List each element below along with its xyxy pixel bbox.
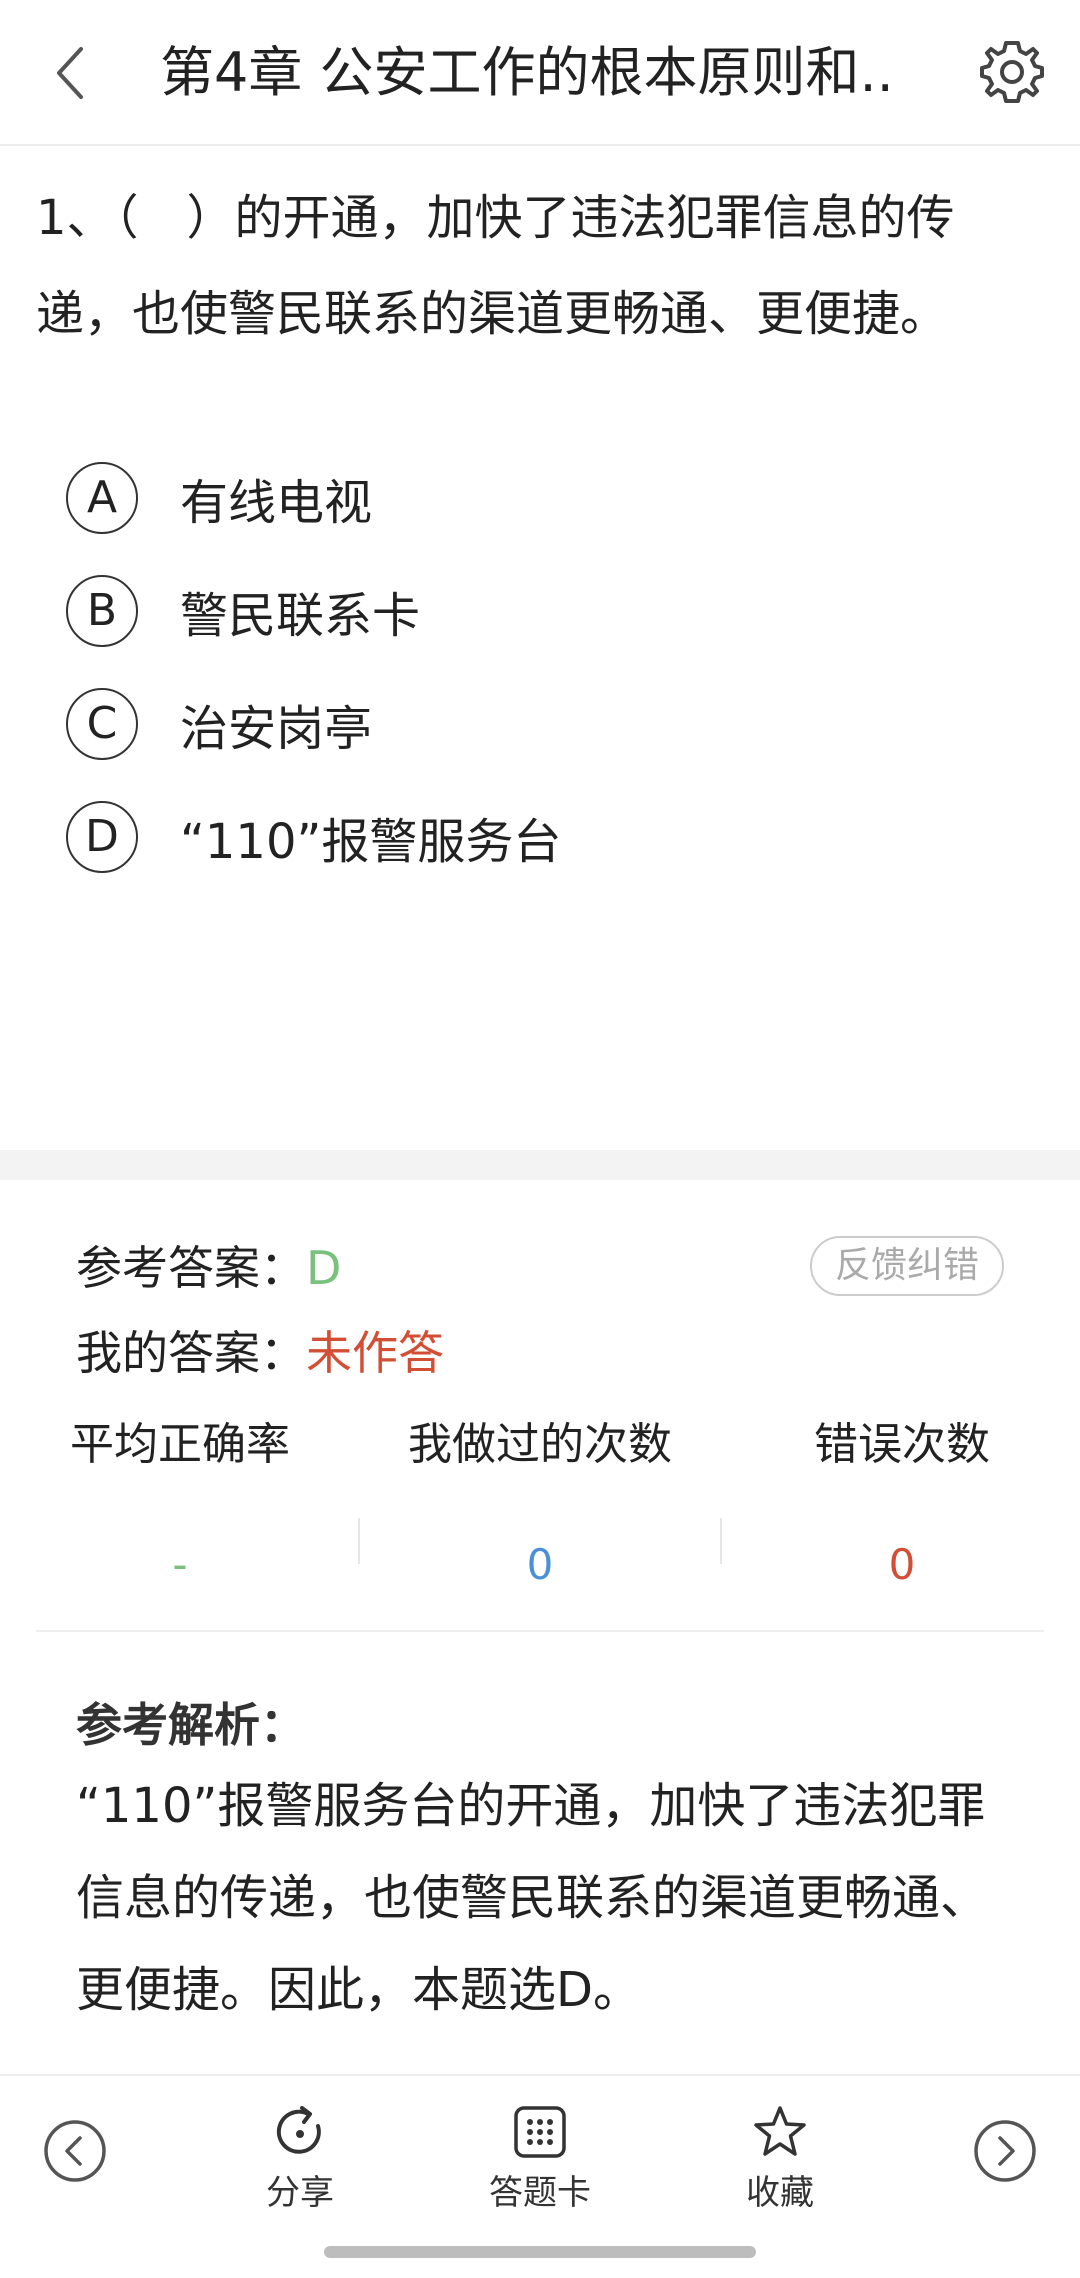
analysis-divider	[36, 1630, 1044, 1632]
my-answer-value: 未作答	[306, 1326, 444, 1380]
option-text: 警民联系卡	[180, 588, 421, 644]
favorite-label: 收藏	[746, 2173, 814, 2213]
option-letter: D	[66, 801, 138, 873]
stat-label: 错误次数	[814, 1419, 990, 1470]
option-letter: C	[66, 688, 138, 760]
stat-label: 平均正确率	[70, 1419, 290, 1470]
grid-icon	[514, 2106, 566, 2158]
option-letter: B	[66, 575, 138, 647]
favorite-button[interactable]: 收藏	[700, 2104, 860, 2224]
gear-icon	[980, 41, 1044, 103]
option-text: 治安岗亭	[180, 701, 373, 757]
stat-wrong-count: 错误次数 0	[752, 1405, 1052, 1605]
stat-value: -	[172, 1540, 188, 1589]
stat-average-accuracy: 平均正确率 -	[36, 1405, 324, 1605]
next-question-button[interactable]	[972, 2118, 1038, 2184]
section-divider	[0, 1150, 1080, 1180]
previous-question-button[interactable]	[42, 2118, 108, 2184]
chevron-right-circle-icon	[974, 2120, 1036, 2182]
answer-card-button[interactable]: 答题卡	[460, 2104, 620, 2224]
stat-times-done: 我做过的次数 0	[360, 1405, 720, 1605]
share-label: 分享	[266, 2173, 334, 2213]
option-text: “110”报警服务台	[180, 814, 562, 870]
my-answer: 我的答案：未作答	[76, 1323, 444, 1383]
my-answer-label: 我的答案：	[76, 1326, 306, 1380]
analysis-title: 参考解析：	[76, 1698, 306, 1752]
stats-panel: 平均正确率 - 我做过的次数 0 错误次数 0	[0, 1405, 1080, 1605]
analysis-text: “110”报警服务台的开通，加快了违法犯罪信息的传递，也使警民联系的渠道更畅通、…	[76, 1778, 989, 2018]
share-icon	[276, 2106, 321, 2154]
reference-answer-label: 参考答案：	[76, 1241, 306, 1295]
home-indicator[interactable]	[324, 2246, 756, 2258]
stat-value: 0	[526, 1540, 554, 1589]
option-b[interactable]: B 警民联系卡	[0, 551, 1080, 671]
reference-answer: 参考答案：D	[76, 1238, 341, 1298]
option-letter: A	[66, 462, 138, 534]
stat-separator	[720, 1518, 722, 1564]
feedback-button[interactable]: 反馈纠错	[810, 1236, 1004, 1296]
option-d[interactable]: D “110”报警服务台	[0, 777, 1080, 897]
settings-button[interactable]	[974, 34, 1050, 110]
chevron-left-circle-icon	[44, 2120, 106, 2182]
option-text: 有线电视	[180, 475, 373, 531]
stat-label: 我做过的次数	[408, 1419, 672, 1470]
stat-separator	[358, 1518, 360, 1564]
option-c[interactable]: C 治安岗亭	[0, 664, 1080, 784]
stat-value: 0	[888, 1540, 916, 1589]
back-button[interactable]	[36, 38, 106, 108]
share-button[interactable]: 分享	[220, 2104, 380, 2224]
question-text: 1、（ ）的开通，加快了违法犯罪信息的传递，也使警民联系的渠道更畅通、更便捷。	[36, 190, 955, 342]
reference-answer-value: D	[306, 1241, 342, 1295]
answer-card-label: 答题卡	[489, 2173, 591, 2213]
star-icon	[754, 2106, 806, 2156]
chevron-left-icon	[57, 47, 83, 99]
option-a[interactable]: A 有线电视	[0, 438, 1080, 558]
top-bar: 第4章 公安工作的根本原则和..	[0, 0, 1080, 146]
page-title: 第4章 公安工作的根本原则和..	[160, 41, 894, 104]
